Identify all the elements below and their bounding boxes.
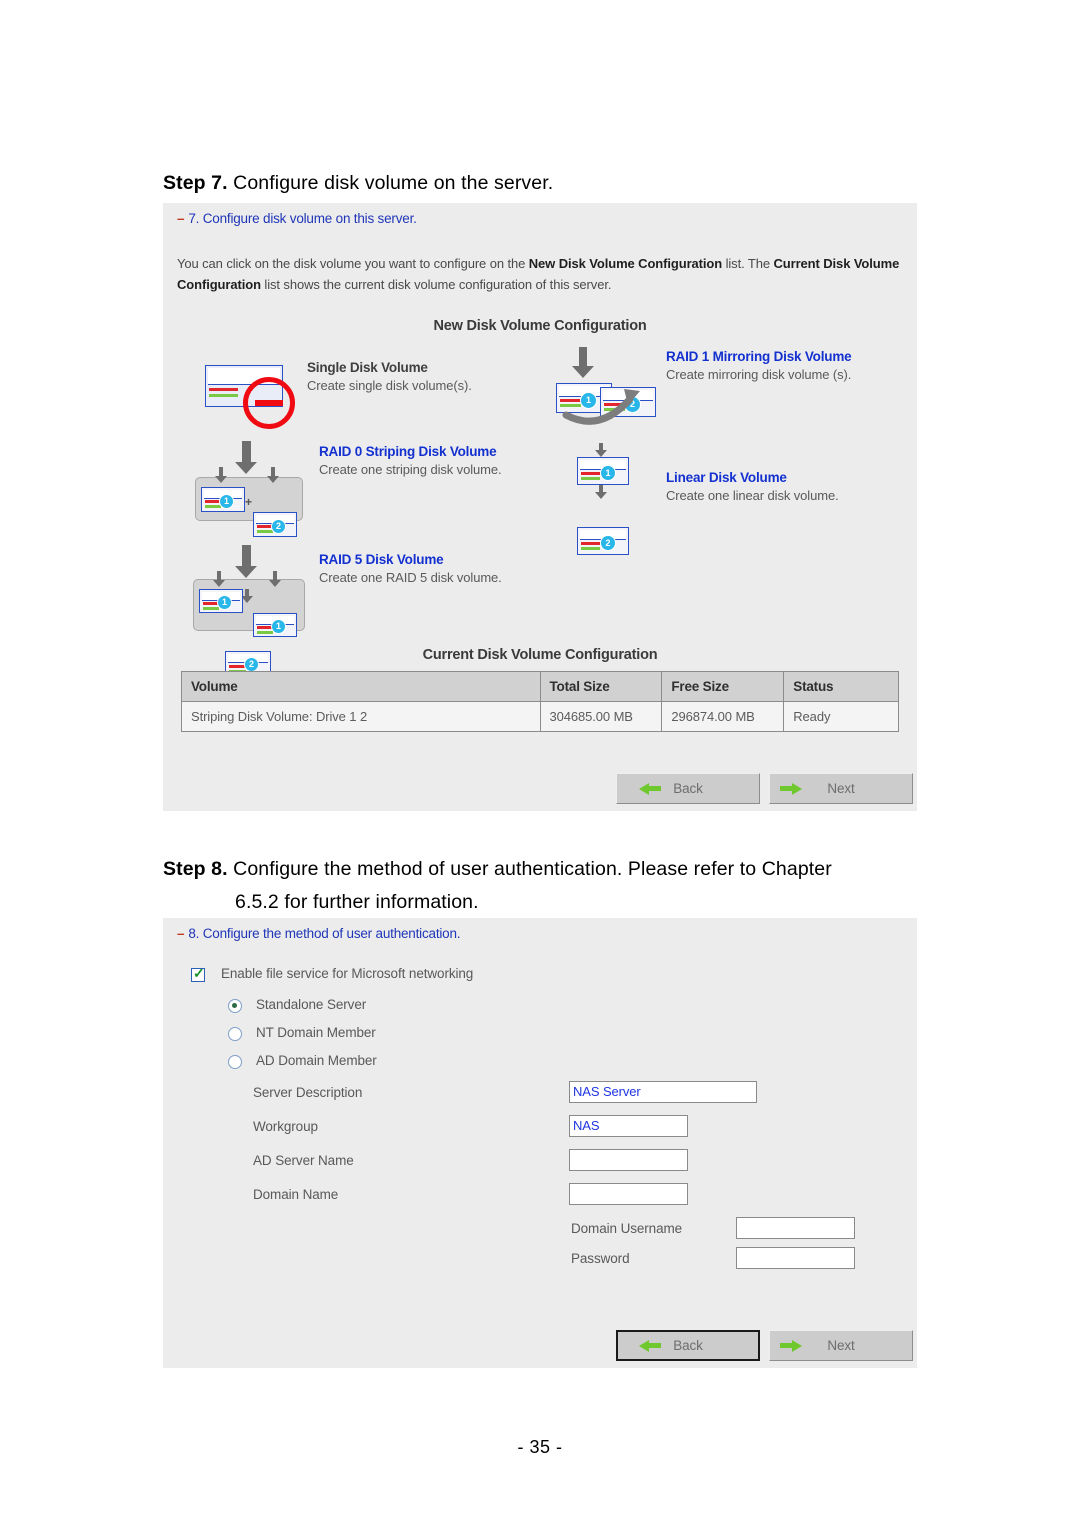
back-button-label: Back: [673, 1338, 703, 1353]
step8-text-line2: 6.5.2 for further information.: [235, 891, 479, 913]
password-input[interactable]: [736, 1247, 855, 1269]
volume-option-linear[interactable]: 1 2 Linear Disk Volume Create one linear…: [563, 443, 903, 555]
raid0-striping-icon: 1 2 +: [189, 441, 309, 537]
step8-wizard-panel: –8. Configure the method of user authent…: [163, 918, 917, 1368]
ad-server-name-input[interactable]: [569, 1149, 688, 1171]
volume-option-single-disk-name: Single Disk Volume: [307, 360, 428, 375]
step7-text: Configure disk volume on the server.: [233, 172, 554, 194]
volume-option-raid5-name: RAID 5 Disk Volume: [319, 552, 444, 567]
ad-server-name-label: AD Server Name: [253, 1153, 354, 1168]
panel7-title: –7. Configure disk volume on this server…: [177, 211, 417, 226]
radio-row-ad-domain-member[interactable]: AD Domain Member: [228, 1053, 377, 1069]
step8-heading: Step 8. Configure the method of user aut…: [163, 853, 953, 919]
back-button-label: Back: [673, 781, 703, 796]
mirroring-arrow-icon: [562, 389, 640, 425]
volume-option-single-disk-desc: Create single disk volume(s).: [307, 378, 472, 393]
volume-option-raid1-desc: Create mirroring disk volume (s).: [666, 367, 852, 382]
document-page: Step 7. Configure disk volume on the ser…: [0, 0, 1080, 1528]
step7-label: Step 7.: [163, 172, 228, 194]
back-button[interactable]: Back: [616, 1330, 760, 1361]
radio-standalone-server[interactable]: [228, 999, 242, 1013]
volume-option-raid0-name: RAID 0 Striping Disk Volume: [319, 444, 497, 459]
cell-total-size: 304685.00 MB: [539, 701, 663, 732]
domain-name-label: Domain Name: [253, 1187, 339, 1202]
radio-row-standalone-server[interactable]: Standalone Server: [228, 997, 367, 1013]
volume-option-raid1-name: RAID 1 Mirroring Disk Volume: [666, 349, 852, 364]
back-button[interactable]: Back: [616, 773, 760, 804]
volume-option-single-disk[interactable]: Single Disk Volume Create single disk vo…: [189, 353, 519, 433]
enable-file-service-row[interactable]: ✓ Enable file service for Microsoft netw…: [191, 965, 474, 982]
next-button[interactable]: Next: [769, 773, 913, 804]
cell-volume-name: Striping Disk Volume: Drive 1 2: [181, 701, 541, 732]
table-header-row: Volume Total Size Free Size Status: [181, 671, 899, 702]
step7-heading: Step 7. Configure disk volume on the ser…: [163, 167, 963, 200]
prohibited-icon: [243, 377, 295, 429]
volume-option-linear-desc: Create one linear disk volume.: [666, 488, 839, 503]
radio-nt-domain-member-label: NT Domain Member: [256, 1025, 376, 1040]
step8-label: Step 8.: [163, 858, 228, 880]
volume-option-raid5[interactable]: 1 1 2 RAID 5 Disk Volume Create one RAID…: [189, 545, 529, 676]
current-disk-volume-config-title: Current Disk Volume Configuration: [422, 647, 658, 663]
radio-ad-domain-member-label: AD Domain Member: [256, 1053, 377, 1068]
current-disk-volume-table: Volume Total Size Free Size Status Strip…: [181, 671, 899, 732]
radio-row-nt-domain-member[interactable]: NT Domain Member: [228, 1025, 376, 1041]
new-disk-volume-config-title: New Disk Volume Configuration: [433, 318, 647, 334]
desc-part-3: list shows the current disk volume confi…: [260, 277, 612, 292]
radio-ad-domain-member[interactable]: [228, 1055, 242, 1069]
next-button-label: Next: [827, 1338, 855, 1353]
next-button[interactable]: Next: [769, 1330, 913, 1361]
radio-standalone-server-label: Standalone Server: [256, 997, 367, 1012]
panel7-description: You can click on the disk volume you wan…: [177, 253, 902, 295]
raid1-mirroring-icon: 1 2: [548, 345, 658, 435]
arrow-right-icon: [780, 1339, 802, 1352]
cell-free-size: 296874.00 MB: [661, 701, 785, 732]
volume-option-raid5-desc: Create one RAID 5 disk volume.: [319, 570, 502, 585]
workgroup-input[interactable]: NAS: [569, 1115, 688, 1137]
enable-file-service-checkbox[interactable]: ✓: [191, 965, 205, 982]
panel7-title-text: 7. Configure disk volume on this server.: [188, 211, 417, 226]
column-header-free-size: Free Size: [661, 671, 785, 702]
cell-status: Ready: [783, 701, 899, 732]
column-header-status: Status: [783, 671, 899, 702]
arrow-left-icon: [639, 782, 661, 795]
raid5-disk-icon: 1 1 2: [189, 545, 309, 676]
check-icon: ✓: [193, 965, 205, 981]
workgroup-label: Workgroup: [253, 1119, 318, 1134]
panel8-title: –8. Configure the method of user authent…: [177, 926, 461, 941]
volume-option-raid1[interactable]: 1 2 RAID 1 Mirroring Disk Volume Create …: [548, 345, 898, 437]
single-disk-disabled-icon: [189, 353, 299, 429]
column-header-volume: Volume: [181, 671, 541, 702]
volume-option-raid0[interactable]: 1 2 + RAID 0 Striping Disk Volume Create…: [189, 441, 529, 537]
server-description-label: Server Description: [253, 1085, 363, 1100]
panel8-title-text: 8. Configure the method of user authenti…: [188, 926, 461, 941]
domain-name-input[interactable]: [569, 1183, 688, 1205]
step7-wizard-panel: –7. Configure disk volume on this server…: [163, 203, 917, 811]
page-number: - 35 -: [517, 1437, 563, 1457]
arrow-right-icon: [780, 782, 802, 795]
collapse-dash-icon[interactable]: –: [177, 211, 185, 226]
next-button-label: Next: [827, 781, 855, 796]
enable-file-service-label: Enable file service for Microsoft networ…: [221, 966, 474, 981]
volume-option-linear-name: Linear Disk Volume: [666, 470, 787, 485]
column-header-total-size: Total Size: [539, 671, 663, 702]
radio-nt-domain-member[interactable]: [228, 1027, 242, 1041]
table-row[interactable]: Striping Disk Volume: Drive 1 2 304685.0…: [181, 701, 899, 732]
linear-disk-icon: 1 2: [563, 443, 653, 555]
collapse-dash-icon[interactable]: –: [177, 926, 185, 941]
password-label: Password: [571, 1251, 630, 1266]
desc-bold-1: New Disk Volume Configuration: [528, 256, 723, 271]
server-description-input[interactable]: NAS Server: [569, 1081, 757, 1103]
domain-username-label: Domain Username: [571, 1221, 683, 1236]
volume-option-raid0-desc: Create one striping disk volume.: [319, 462, 502, 477]
domain-username-input[interactable]: [736, 1217, 855, 1239]
arrow-left-icon: [639, 1339, 661, 1352]
desc-part-1: You can click on the disk volume you wan…: [177, 256, 529, 271]
step8-text-line1: Configure the method of user authenticat…: [233, 858, 832, 880]
desc-part-2: list. The: [722, 256, 774, 271]
